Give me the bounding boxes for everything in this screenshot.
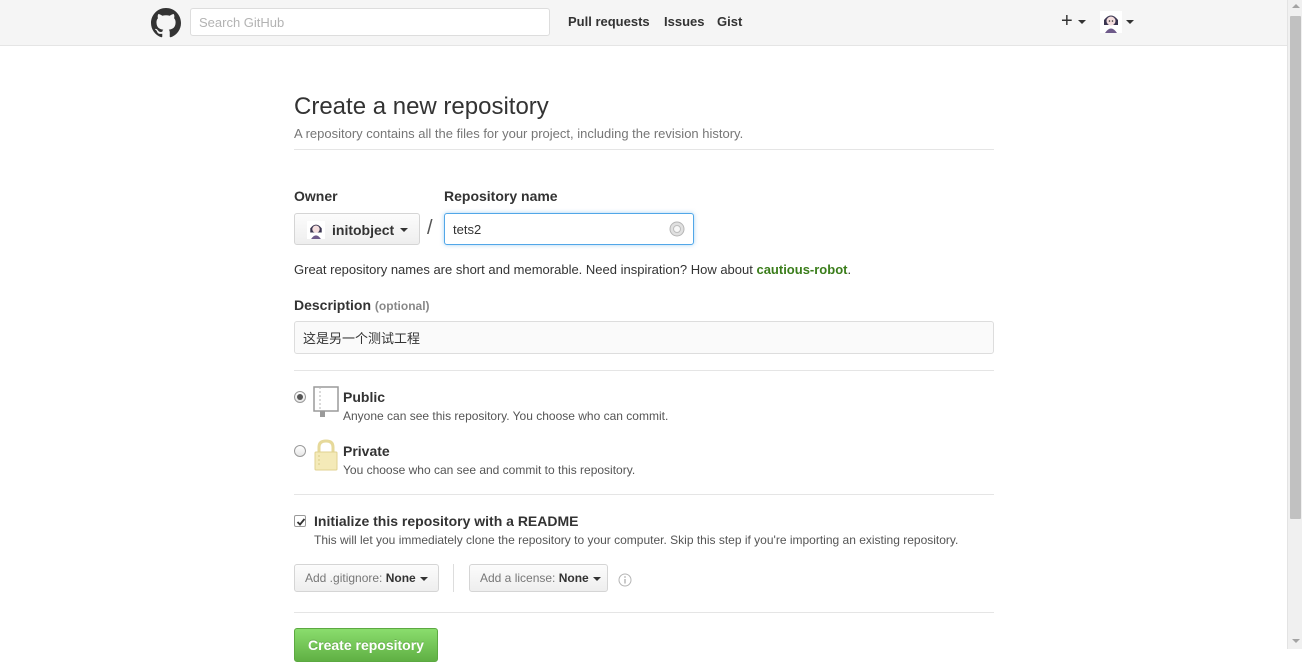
name-suggestion-link[interactable]: cautious-robot <box>756 262 847 277</box>
repo-name-label: Repository name <box>444 188 558 204</box>
private-title: Private <box>343 443 390 459</box>
chevron-down-icon[interactable] <box>1078 20 1086 24</box>
nav-gist[interactable]: Gist <box>717 14 742 29</box>
divider <box>294 612 994 613</box>
site-header: Pull requests Issues Gist + <box>0 0 1287 46</box>
public-description: Anyone can see this repository. You choo… <box>343 409 669 423</box>
optional-tag: (optional) <box>374 299 430 313</box>
repo-name-hint: Great repository names are short and mem… <box>294 262 852 277</box>
license-select[interactable]: Add a license: None <box>469 564 608 592</box>
owner-repo-separator: / <box>427 217 433 239</box>
page-title: Create a new repository <box>294 93 549 120</box>
gitignore-select[interactable]: Add .gitignore: None <box>294 564 439 592</box>
repo-book-icon <box>313 386 339 417</box>
avatar <box>307 221 325 239</box>
private-radio[interactable] <box>294 445 306 457</box>
description-label: Description (optional) <box>294 297 430 313</box>
chevron-down-icon <box>400 228 408 232</box>
plus-icon[interactable]: + <box>1061 10 1073 32</box>
readme-description: This will let you immediately clone the … <box>314 533 959 547</box>
scroll-up-icon[interactable] <box>1292 4 1300 8</box>
chevron-down-icon <box>419 576 428 581</box>
description-input[interactable] <box>294 321 994 354</box>
owner-name: initobject <box>332 222 395 238</box>
chevron-down-icon <box>592 576 601 581</box>
lock-icon <box>314 439 338 471</box>
repo-name-input[interactable] <box>444 213 694 245</box>
divider <box>294 494 994 495</box>
checkmark-icon <box>296 518 306 526</box>
nav-pull-requests[interactable]: Pull requests <box>568 14 650 29</box>
search-input[interactable] <box>190 8 550 36</box>
avatar[interactable] <box>1100 11 1122 33</box>
loading-spinner-icon <box>669 221 685 237</box>
create-repository-button[interactable]: Create repository <box>294 628 438 662</box>
public-title: Public <box>343 389 386 405</box>
info-icon[interactable] <box>618 573 632 587</box>
private-description: You choose who can see and commit to thi… <box>343 463 636 477</box>
readme-checkbox[interactable] <box>294 515 306 527</box>
public-radio[interactable] <box>294 391 306 403</box>
nav-issues[interactable]: Issues <box>664 14 704 29</box>
github-logo-icon[interactable] <box>151 8 181 38</box>
divider <box>294 149 994 150</box>
divider <box>453 564 454 592</box>
owner-label: Owner <box>294 188 338 204</box>
scrollbar[interactable] <box>1287 0 1302 649</box>
scrollbar-thumb[interactable] <box>1290 16 1301 519</box>
chevron-down-icon[interactable] <box>1126 20 1134 24</box>
page-subtitle: A repository contains all the files for … <box>294 126 744 141</box>
scroll-down-icon[interactable] <box>1292 639 1300 643</box>
owner-select[interactable]: initobject <box>294 213 420 245</box>
divider <box>294 370 994 371</box>
readme-label: Initialize this repository with a README <box>314 513 579 529</box>
